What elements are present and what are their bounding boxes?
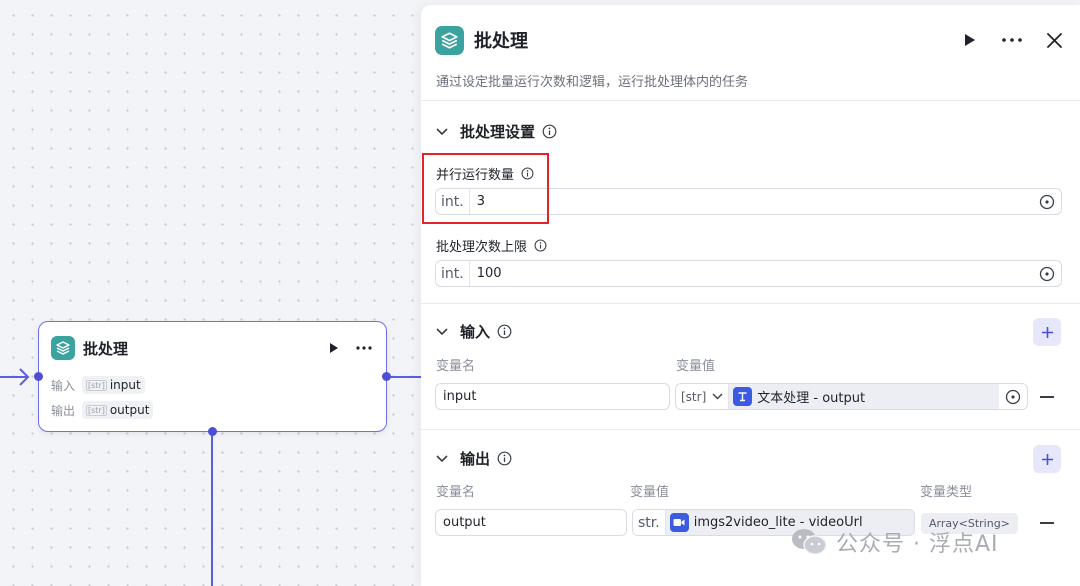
output-col-value-label: 变量值: [630, 485, 670, 500]
input-name-field[interactable]: input: [435, 383, 670, 410]
node-output-tag: [str] output: [82, 401, 154, 419]
node-input-row: 输入 [str] input: [51, 376, 145, 394]
node-output-label: 输出: [51, 403, 76, 418]
variable-ref-icon[interactable]: [1039, 194, 1055, 210]
settings-section-title: 批处理设置: [460, 123, 536, 141]
panel-description: 通过设定批量运行次数和逻辑，运行批处理体内的任务: [436, 75, 749, 90]
wechat-icon: [792, 529, 827, 555]
type-prefix: int.: [436, 261, 470, 286]
run-icon[interactable]: [324, 338, 344, 358]
info-icon[interactable]: [542, 124, 557, 139]
divider: [421, 100, 1080, 101]
variable-ref-icon[interactable]: [1039, 266, 1055, 282]
node-settings-panel: 批处理 通过设定批量运行次数和逻辑，运行批处理体内的任务 批处理设置 并行运行数…: [421, 5, 1080, 586]
layers-icon: [435, 25, 464, 55]
loop-edge: [211, 432, 213, 586]
info-icon[interactable]: [497, 451, 512, 466]
remove-input-button[interactable]: [1040, 396, 1054, 398]
info-icon[interactable]: [534, 239, 547, 252]
variable-ref-icon[interactable]: [1005, 389, 1021, 405]
node-input-tag: [str] input: [82, 376, 145, 394]
text-node-icon: [733, 387, 753, 406]
node-output-row: 输出 [str] output: [51, 401, 154, 419]
chevron-down-icon: [712, 393, 723, 400]
watermark-text: 公众号 · 浮点AI: [836, 532, 999, 557]
close-icon[interactable]: [1044, 30, 1064, 50]
panel-title: 批处理: [474, 31, 528, 52]
layers-icon: [51, 336, 75, 360]
max-count-label: 批处理次数上限: [436, 236, 547, 255]
input-col-name-label: 变量名: [436, 359, 476, 374]
more-icon[interactable]: [354, 338, 374, 358]
plus-icon: [1041, 453, 1053, 465]
node-output-value: output: [109, 403, 150, 417]
node-input-type: [str]: [86, 379, 107, 391]
divider: [421, 429, 1080, 430]
node-input-port[interactable]: [34, 372, 43, 381]
type-select-value: [str]: [681, 389, 707, 404]
node-bottom-port[interactable]: [208, 427, 217, 436]
outgoing-edge: [389, 376, 421, 378]
video-node-icon: [669, 513, 689, 532]
divider: [421, 303, 1080, 304]
variable-reference-chip[interactable]: 文本处理 - output: [729, 384, 999, 409]
chevron-down-icon[interactable]: [436, 127, 448, 136]
info-icon[interactable]: [497, 324, 512, 339]
remove-output-button[interactable]: [1040, 522, 1054, 524]
output-col-type-label: 变量类型: [920, 485, 973, 500]
watermark: 公众号 · 浮点AI: [790, 526, 999, 558]
variable-reference-text: 文本处理 - output: [757, 391, 866, 406]
max-count-input[interactable]: int. 100: [435, 260, 1062, 287]
batch-node[interactable]: 批处理 输入 [str] input 输出 [str] output: [34, 321, 391, 436]
max-count-label-text: 批处理次数上限: [436, 240, 528, 255]
parallel-count-input[interactable]: int. 3: [435, 188, 1062, 215]
input-value-field[interactable]: [str] 文本处理 - output: [675, 383, 1028, 410]
input-name-value[interactable]: input: [436, 389, 669, 404]
node-output-port[interactable]: [382, 372, 391, 381]
node-input-value: input: [109, 378, 141, 392]
run-icon[interactable]: [960, 30, 980, 50]
chevron-down-icon[interactable]: [436, 454, 448, 463]
input-col-value-label: 变量值: [676, 359, 716, 374]
inputs-section-header[interactable]: 输入: [436, 321, 512, 342]
more-icon[interactable]: [1002, 30, 1022, 50]
info-icon[interactable]: [521, 167, 534, 180]
node-title: 批处理: [83, 339, 129, 358]
outputs-section-header[interactable]: 输出: [436, 448, 512, 469]
add-input-button[interactable]: [1033, 318, 1061, 346]
parallel-count-label: 并行运行数量: [436, 164, 534, 183]
type-prefix: str.: [633, 510, 666, 535]
add-output-button[interactable]: [1033, 445, 1061, 473]
outputs-section-title: 输出: [460, 450, 491, 468]
settings-section-header[interactable]: 批处理设置: [436, 121, 557, 142]
max-count-value[interactable]: 100: [470, 266, 1039, 281]
parallel-count-label-text: 并行运行数量: [436, 168, 515, 183]
output-name-field[interactable]: output: [435, 509, 627, 536]
plus-icon: [1041, 326, 1053, 338]
inputs-section-title: 输入: [460, 323, 491, 341]
output-col-name-label: 变量名: [436, 485, 476, 500]
incoming-edge-arrow: [0, 368, 30, 386]
type-select[interactable]: [str]: [676, 384, 730, 409]
chevron-down-icon[interactable]: [436, 327, 448, 336]
type-prefix: int.: [436, 189, 470, 214]
parallel-count-value[interactable]: 3: [470, 194, 1039, 209]
output-name-value[interactable]: output: [436, 515, 626, 530]
node-output-type: [str]: [86, 404, 107, 416]
node-input-label: 输入: [51, 378, 76, 393]
